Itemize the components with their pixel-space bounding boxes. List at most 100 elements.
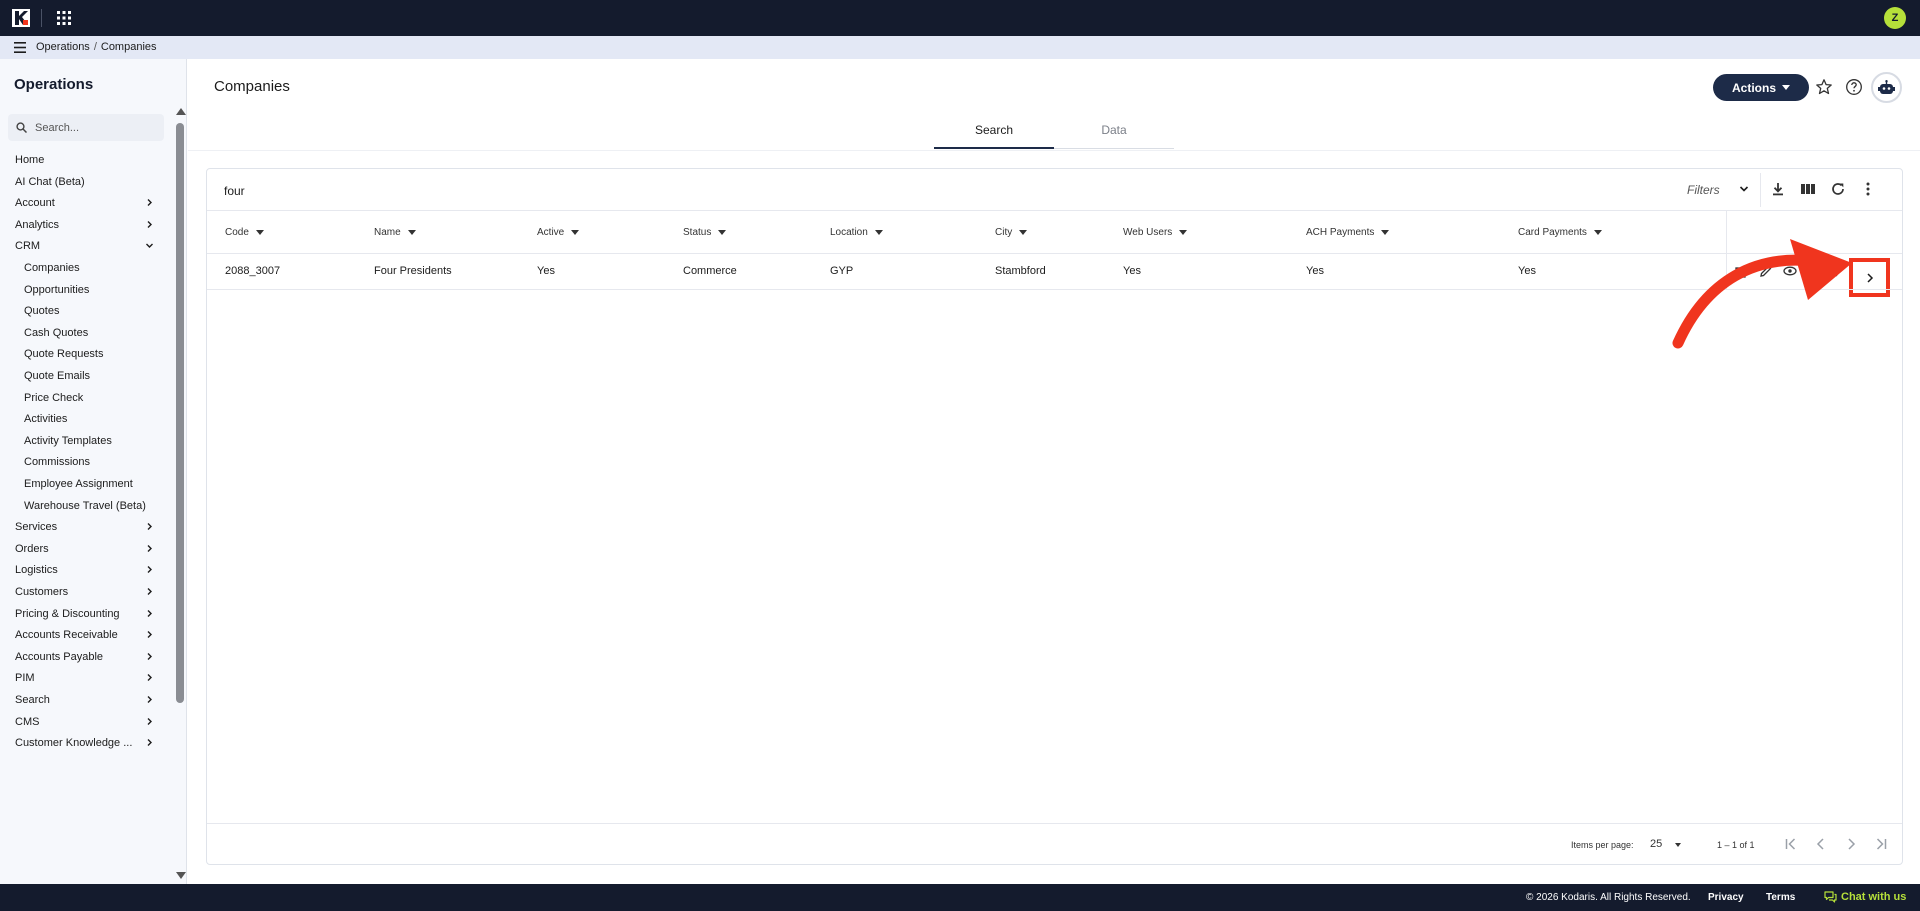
sidebar-item-quote-emails[interactable]: Quote Emails [0, 366, 164, 386]
prev-page-icon[interactable] [1813, 836, 1829, 852]
sidebar-item-logistics[interactable]: Logistics [0, 560, 164, 580]
help-icon[interactable] [1845, 78, 1863, 96]
sidebar-item-commissions[interactable]: Commissions [0, 452, 164, 472]
sort-icon[interactable] [571, 230, 580, 235]
column-header-city[interactable]: City [995, 227, 1028, 238]
sidebar-item-label: Pricing & Discounting [15, 607, 120, 620]
actions-button[interactable]: Actions [1713, 74, 1809, 101]
column-header-active[interactable]: Active [537, 227, 580, 238]
sidebar-item-home[interactable]: Home [0, 150, 164, 170]
copyright-text: © 2026 Kodaris. All Rights Reserved. [1526, 892, 1691, 903]
sidebar-item-companies[interactable]: Companies [0, 258, 164, 278]
breadcrumb: Operations / Companies [36, 41, 157, 53]
column-header-name[interactable]: Name [374, 227, 416, 238]
column-header-status[interactable]: Status [683, 227, 727, 238]
last-page-icon[interactable] [1873, 836, 1889, 852]
chevron-right-icon [147, 739, 152, 747]
sidebar-item-accounts-payable[interactable]: Accounts Payable [0, 647, 164, 667]
companies-grid: Filters Code Name Active Status Location… [206, 168, 1903, 865]
scroll-up-arrow[interactable] [176, 108, 186, 115]
column-header-location[interactable]: Location [830, 227, 883, 238]
more-vert-icon[interactable] [1860, 181, 1876, 197]
sidebar-item-pricing-discounting[interactable]: Pricing & Discounting [0, 604, 164, 624]
tabs-divider [188, 150, 1920, 151]
pagination-divider [207, 823, 1902, 824]
star-icon[interactable] [1815, 78, 1833, 96]
filters-button[interactable]: Filters [1687, 183, 1720, 197]
cell-location: GYP [830, 265, 854, 277]
sidebar-item-employee-assignment[interactable]: Employee Assignment [0, 474, 164, 494]
kodaris-logo[interactable] [12, 9, 30, 27]
sort-icon[interactable] [1593, 230, 1602, 235]
sidebar-item-label: Cash Quotes [24, 326, 89, 339]
menu-icon[interactable] [14, 42, 26, 53]
sidebar-item-opportunities[interactable]: Opportunities [0, 280, 164, 300]
cell-code: 2088_3007 [225, 265, 281, 277]
tab-data[interactable]: Data [1054, 114, 1174, 149]
sidebar-item-search[interactable]: Search [0, 690, 164, 710]
terms-link[interactable]: Terms [1766, 892, 1795, 903]
download-icon[interactable] [1770, 181, 1786, 197]
sidebar-item-cms[interactable]: CMS [0, 712, 164, 732]
sidebar-item-price-check[interactable]: Price Check [0, 388, 164, 408]
sidebar-search-input[interactable] [35, 118, 155, 137]
sidebar-item-ai-chat-beta[interactable]: AI Chat (Beta) [0, 172, 164, 192]
sort-icon[interactable] [1019, 230, 1028, 235]
column-header-web-users[interactable]: Web Users [1123, 227, 1188, 238]
sidebar-item-accounts-receivable[interactable]: Accounts Receivable [0, 625, 164, 645]
page-range: 1 – 1 of 1 [1717, 840, 1755, 850]
sort-icon[interactable] [407, 230, 416, 235]
ai-assistant-button[interactable] [1871, 72, 1902, 103]
cell-status: Commerce [683, 265, 737, 277]
sidebar-item-label: Accounts Receivable [15, 629, 118, 642]
breadcrumb-operations[interactable]: Operations [36, 41, 90, 53]
user-avatar[interactable]: Z [1884, 7, 1906, 29]
sort-icon[interactable] [718, 230, 727, 235]
sidebar-item-services[interactable]: Services [0, 517, 164, 537]
sidebar-item-activity-templates[interactable]: Activity Templates [0, 431, 164, 451]
items-per-page-label: Items per page: [1571, 840, 1634, 850]
sidebar-item-label: Quote Emails [24, 370, 91, 382]
sort-icon[interactable] [255, 230, 264, 235]
chevron-down-icon[interactable] [1739, 184, 1749, 194]
chat-with-us-link[interactable]: Chat with us [1824, 891, 1906, 903]
sidebar-scrollbar[interactable] [175, 108, 186, 879]
sidebar-item-analytics[interactable]: Analytics [0, 215, 164, 235]
first-page-icon[interactable] [1783, 836, 1799, 852]
sidebar-item-quote-requests[interactable]: Quote Requests [0, 344, 164, 364]
sidebar-item-pim[interactable]: PIM [0, 668, 164, 688]
sidebar-item-customer-knowledge[interactable]: Customer Knowledge ... [0, 733, 164, 753]
row-divider [207, 289, 1902, 290]
column-header-ach-payments[interactable]: ACH Payments [1306, 227, 1390, 238]
sort-icon[interactable] [1381, 230, 1390, 235]
cell-web-users: Yes [1123, 265, 1141, 277]
sidebar-item-warehouse-travel-beta[interactable]: Warehouse Travel (Beta) [0, 496, 164, 516]
sidebar-item-label: Home [15, 154, 45, 166]
chevron-right-icon [147, 566, 152, 574]
sidebar-item-label: Activities [24, 413, 68, 426]
sidebar-item-cash-quotes[interactable]: Cash Quotes [0, 323, 164, 343]
caret-down-icon[interactable] [1675, 843, 1681, 847]
sort-icon[interactable] [1179, 230, 1188, 235]
column-header-code[interactable]: Code [225, 227, 264, 238]
privacy-link[interactable]: Privacy [1708, 892, 1744, 903]
page-size-select[interactable]: 25 [1650, 838, 1662, 850]
sidebar-item-quotes[interactable]: Quotes [0, 301, 164, 321]
grid-search-input[interactable] [224, 180, 824, 202]
column-header-card-payments[interactable]: Card Payments [1518, 227, 1602, 238]
sidebar-item-orders[interactable]: Orders [0, 539, 164, 559]
scroll-thumb[interactable] [176, 123, 184, 703]
refresh-icon[interactable] [1830, 181, 1846, 197]
chevron-right-icon [147, 674, 152, 682]
scroll-down-arrow[interactable] [176, 872, 186, 879]
tab-search[interactable]: Search [934, 114, 1054, 149]
sidebar-item-activities[interactable]: Activities [0, 409, 164, 429]
columns-icon[interactable] [1800, 181, 1816, 197]
apps-grid-icon[interactable] [57, 11, 71, 25]
sidebar-item-crm[interactable]: CRM [0, 236, 164, 256]
sort-icon[interactable] [874, 230, 883, 235]
sidebar-item-account[interactable]: Account [0, 193, 164, 213]
next-page-icon[interactable] [1843, 836, 1859, 852]
column-header-label: Location [830, 227, 868, 238]
sidebar-item-customers[interactable]: Customers [0, 582, 164, 602]
